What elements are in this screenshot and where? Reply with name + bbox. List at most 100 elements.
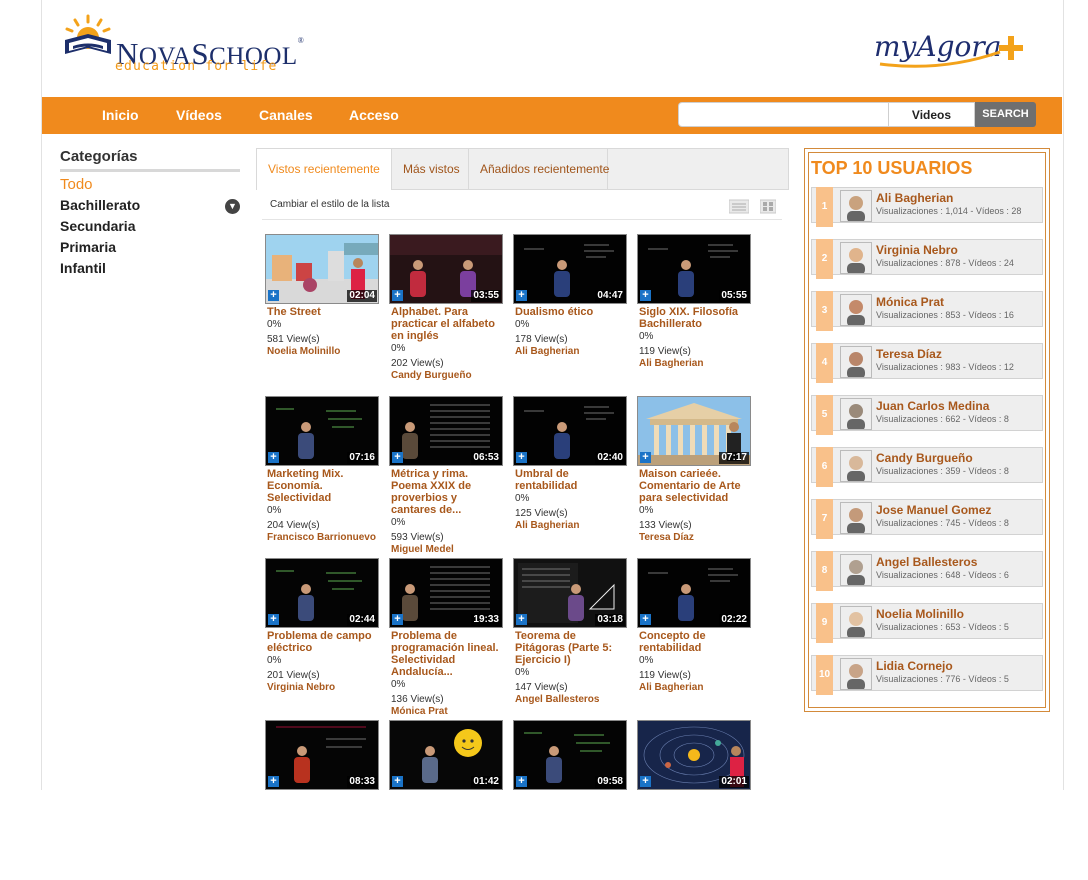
search-input[interactable] xyxy=(678,102,888,127)
add-to-playlist-icon[interactable]: + xyxy=(268,776,279,787)
video-uploader[interactable]: Ali Bagherian xyxy=(515,520,627,532)
search-button[interactable]: SEARCH xyxy=(975,102,1036,127)
video-card[interactable]: +07:17 Maison carieée. Comentario de Arte… xyxy=(637,396,751,556)
video-thumbnail[interactable]: +03:18 xyxy=(513,558,627,628)
video-title[interactable]: Teorema de Pitágoras (Parte 5: Ejercicio… xyxy=(515,630,627,666)
video-thumbnail[interactable]: +01:42 xyxy=(389,720,503,790)
video-uploader[interactable]: Francisco Barrionuevo xyxy=(267,532,379,544)
video-uploader[interactable]: Teresa Díaz xyxy=(639,532,751,544)
top-user-row[interactable]: 9 Noelia Molinillo Visualizaciones : 653 -… xyxy=(811,603,1043,643)
video-card[interactable]: +02:04 The Street 0% 581 View(s) Noelia Moli… xyxy=(265,234,379,394)
category-infantil[interactable]: Infantil xyxy=(60,260,106,276)
video-uploader[interactable]: Virginia Nebro xyxy=(267,682,379,694)
nav-canales[interactable]: Canales xyxy=(259,107,313,123)
nav-inicio[interactable]: Inicio xyxy=(102,107,139,123)
top-user-row[interactable]: 7 Jose Manuel Gomez Visualizaciones : 745 … xyxy=(811,499,1043,539)
grid-view-icon[interactable] xyxy=(759,199,777,214)
top-user-row[interactable]: 2 Virginia Nebro Visualizaciones : 878 - V… xyxy=(811,239,1043,279)
add-to-playlist-icon[interactable]: + xyxy=(268,290,279,301)
user-name[interactable]: Juan Carlos Medina xyxy=(876,399,989,413)
category-primaria[interactable]: Primaria xyxy=(60,239,116,255)
myagora-logo[interactable]: myAgora xyxy=(872,26,1032,72)
video-card[interactable]: +04:47 Dualismo ético 0% 178 View(s) Ali Bag… xyxy=(513,234,627,394)
tab-anadidos-recientemente[interactable]: Añadidos recientemente xyxy=(469,149,609,189)
add-to-playlist-icon[interactable]: + xyxy=(516,290,527,301)
video-card[interactable]: +09:58 xyxy=(513,720,627,880)
user-name[interactable]: Angel Ballesteros xyxy=(876,555,977,569)
category-todo[interactable]: Todo xyxy=(60,176,93,193)
video-card[interactable]: +02:01 xyxy=(637,720,751,880)
user-name[interactable]: Ali Bagherian xyxy=(876,191,953,205)
video-title[interactable]: Alphabet. Para practicar el alfabeto en … xyxy=(391,306,503,342)
video-title[interactable]: Concepto de rentabilidad xyxy=(639,630,751,654)
video-thumbnail[interactable]: +19:33 xyxy=(389,558,503,628)
video-title[interactable]: Métrica y rima. Poema XXIX de proverbios… xyxy=(391,468,503,516)
video-title[interactable]: Problema de programación lineal. Selecti… xyxy=(391,630,503,678)
video-uploader[interactable]: Mónica Prat xyxy=(391,706,503,718)
video-thumbnail[interactable]: +03:55 xyxy=(389,234,503,304)
add-to-playlist-icon[interactable]: + xyxy=(392,452,403,463)
video-thumbnail[interactable]: +02:04 xyxy=(265,234,379,304)
nav-videos[interactable]: Vídeos xyxy=(176,107,222,123)
novaschool-logo[interactable]: NOVASCHOOL® education for life xyxy=(63,14,304,80)
chevron-down-icon[interactable]: ▼ xyxy=(225,199,240,214)
video-card[interactable]: +03:18 Teorema de Pitágoras (Parte 5: Eje… xyxy=(513,558,627,718)
video-card[interactable]: +02:40 Umbral de rentabilidad 0% 125 View(s… xyxy=(513,396,627,556)
video-card[interactable]: +03:55 Alphabet. Para practicar el alfabe… xyxy=(389,234,503,394)
video-card[interactable]: +05:55 Siglo XIX. Filosofía Bachillerato 0… xyxy=(637,234,751,394)
video-uploader[interactable]: Noelia Molinillo xyxy=(267,346,379,358)
add-to-playlist-icon[interactable]: + xyxy=(640,614,651,625)
top-user-row[interactable]: 1 Ali Bagherian Visualizaciones : 1,014 - … xyxy=(811,187,1043,227)
video-card[interactable]: +08:33 xyxy=(265,720,379,880)
top-user-row[interactable]: 8 Angel Ballesteros Visualizaciones : 648 … xyxy=(811,551,1043,591)
top-user-row[interactable]: 5 Juan Carlos Medina Visualizaciones : 662… xyxy=(811,395,1043,435)
add-to-playlist-icon[interactable]: + xyxy=(392,776,403,787)
top-user-row[interactable]: 4 Teresa Díaz Visualizaciones : 983 - Víde… xyxy=(811,343,1043,383)
add-to-playlist-icon[interactable]: + xyxy=(392,290,403,301)
video-thumbnail[interactable]: +08:33 xyxy=(265,720,379,790)
user-name[interactable]: Lidia Cornejo xyxy=(876,659,953,673)
video-card[interactable]: +06:53 Métrica y rima. Poema XXIX de prov… xyxy=(389,396,503,556)
user-name[interactable]: Mónica Prat xyxy=(876,295,944,309)
video-thumbnail[interactable]: +02:22 xyxy=(637,558,751,628)
video-title[interactable]: Dualismo ético xyxy=(515,306,627,318)
video-card[interactable]: +01:42 xyxy=(389,720,503,880)
add-to-playlist-icon[interactable]: + xyxy=(640,452,651,463)
video-card[interactable]: +07:16 Marketing Mix. Economía. Selectivi… xyxy=(265,396,379,556)
video-uploader[interactable]: Angel Ballesteros xyxy=(515,694,627,706)
video-title[interactable]: Problema de campo eléctrico xyxy=(267,630,379,654)
video-title[interactable]: Siglo XIX. Filosofía Bachillerato xyxy=(639,306,751,330)
tab-mas-vistos[interactable]: Más vistos xyxy=(392,149,469,189)
video-thumbnail[interactable]: +02:44 xyxy=(265,558,379,628)
user-name[interactable]: Candy Burgueño xyxy=(876,451,973,465)
top-user-row[interactable]: 3 Mónica Prat Visualizaciones : 853 - Víde… xyxy=(811,291,1043,331)
tab-vistos-recientemente[interactable]: Vistos recientemente xyxy=(257,149,392,190)
add-to-playlist-icon[interactable]: + xyxy=(640,290,651,301)
video-title[interactable]: Maison carieée. Comentario de Arte para … xyxy=(639,468,751,504)
add-to-playlist-icon[interactable]: + xyxy=(392,614,403,625)
top-user-row[interactable]: 10 Lidia Cornejo Visualizaciones : 776 - V… xyxy=(811,655,1043,695)
user-name[interactable]: Jose Manuel Gomez xyxy=(876,503,991,517)
video-thumbnail[interactable]: +04:47 xyxy=(513,234,627,304)
video-title[interactable]: The Street xyxy=(267,306,379,318)
video-thumbnail[interactable]: +07:16 xyxy=(265,396,379,466)
video-thumbnail[interactable]: +05:55 xyxy=(637,234,751,304)
nav-acceso[interactable]: Acceso xyxy=(349,107,399,123)
video-thumbnail[interactable]: +02:40 xyxy=(513,396,627,466)
search-scope-select[interactable]: Videos xyxy=(888,102,975,127)
add-to-playlist-icon[interactable]: + xyxy=(516,452,527,463)
add-to-playlist-icon[interactable]: + xyxy=(516,776,527,787)
video-thumbnail[interactable]: +07:17 xyxy=(637,396,751,466)
video-title[interactable]: Umbral de rentabilidad xyxy=(515,468,627,492)
list-view-icon[interactable] xyxy=(728,199,750,214)
add-to-playlist-icon[interactable]: + xyxy=(268,614,279,625)
add-to-playlist-icon[interactable]: + xyxy=(640,776,651,787)
video-title[interactable]: Marketing Mix. Economía. Selectividad xyxy=(267,468,379,504)
user-name[interactable]: Teresa Díaz xyxy=(876,347,942,361)
video-thumbnail[interactable]: +02:01 xyxy=(637,720,751,790)
video-uploader[interactable]: Ali Bagherian xyxy=(639,358,751,370)
user-name[interactable]: Noelia Molinillo xyxy=(876,607,964,621)
video-thumbnail[interactable]: +09:58 xyxy=(513,720,627,790)
video-uploader[interactable]: Ali Bagherian xyxy=(515,346,627,358)
add-to-playlist-icon[interactable]: + xyxy=(268,452,279,463)
